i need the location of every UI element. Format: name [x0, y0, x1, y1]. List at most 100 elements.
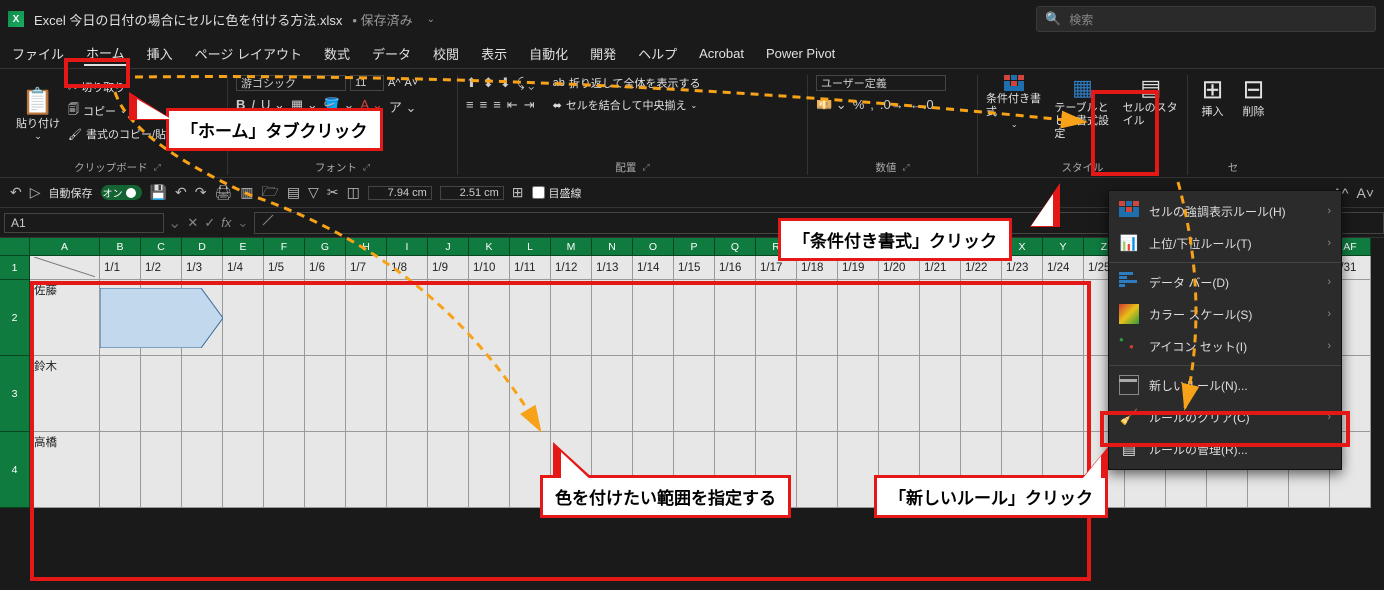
number-format-combo[interactable]	[816, 75, 946, 91]
cell[interactable]: 高橋	[30, 432, 100, 508]
tab-acrobat[interactable]: Acrobat	[697, 44, 746, 63]
cell[interactable]	[387, 432, 428, 508]
column-header[interactable]: M	[551, 238, 592, 256]
qat-icon[interactable]: ▥	[240, 184, 253, 201]
align-right-button[interactable]: ≡	[493, 97, 501, 113]
column-header[interactable]: Q	[715, 238, 756, 256]
tab-home[interactable]: ホーム	[84, 41, 127, 66]
cell[interactable]	[1002, 280, 1043, 356]
cell[interactable]: 1/11	[510, 256, 551, 280]
column-header[interactable]: C	[141, 238, 182, 256]
autosave-toggle[interactable]: オン	[101, 185, 142, 200]
shape-width-input[interactable]	[368, 186, 432, 200]
cell[interactable]: 1/10	[469, 256, 510, 280]
cell[interactable]	[182, 356, 223, 432]
search-box[interactable]: 🔍 検索	[1036, 6, 1376, 32]
cell[interactable]	[633, 280, 674, 356]
increase-indent-button[interactable]: ⇥	[524, 97, 535, 113]
cell[interactable]: 1/15	[674, 256, 715, 280]
column-header[interactable]: N	[592, 238, 633, 256]
tab-help[interactable]: ヘルプ	[636, 42, 679, 65]
cell[interactable]	[797, 356, 838, 432]
cell[interactable]: 1/1	[100, 256, 141, 280]
cell[interactable]	[264, 356, 305, 432]
qat-icon[interactable]: 🖨	[214, 184, 232, 201]
cell[interactable]	[100, 432, 141, 508]
cell[interactable]	[305, 432, 346, 508]
qat-icon[interactable]: A˅	[1356, 185, 1374, 201]
percent-button[interactable]: %	[853, 97, 865, 113]
column-header[interactable]: J	[428, 238, 469, 256]
cell[interactable]	[387, 356, 428, 432]
cell[interactable]	[469, 280, 510, 356]
row-header[interactable]: 1	[0, 256, 30, 280]
fx-button[interactable]: fx	[221, 215, 231, 231]
save-state-chevron-icon[interactable]: ⌄	[427, 14, 435, 25]
cell[interactable]	[223, 280, 264, 356]
qat-filter-button[interactable]: ▽	[308, 184, 319, 201]
align-center-button[interactable]: ≡	[480, 97, 488, 113]
cell[interactable]	[1043, 280, 1084, 356]
cell[interactable]: 鈴木	[30, 356, 100, 432]
save-button[interactable]: 💾	[150, 184, 167, 201]
tab-file[interactable]: ファイル	[10, 42, 66, 65]
comma-button[interactable]: ,	[870, 97, 874, 113]
dialog-launcher-icon[interactable]: ⤢	[154, 162, 161, 173]
cell[interactable]	[879, 280, 920, 356]
dialog-launcher-icon[interactable]: ⤢	[363, 162, 370, 173]
cell[interactable]	[100, 356, 141, 432]
row-header[interactable]: 3	[0, 356, 30, 432]
cell[interactable]	[838, 280, 879, 356]
cell[interactable]	[592, 356, 633, 432]
column-header[interactable]: Y	[1043, 238, 1084, 256]
shrink-font-button[interactable]: A˅	[405, 77, 419, 89]
cancel-formula-button[interactable]: ✕	[187, 215, 198, 231]
tab-developer[interactable]: 開発	[588, 42, 618, 65]
cell[interactable]	[305, 280, 346, 356]
cell[interactable]	[1043, 356, 1084, 432]
align-middle-button[interactable]: ⬍	[483, 75, 494, 91]
decrease-indent-button[interactable]: ⇤	[507, 97, 518, 113]
accounting-format-button[interactable]: 💴 ⌄	[816, 97, 847, 113]
qat-icon[interactable]: ⊞	[512, 184, 524, 201]
cell[interactable]	[674, 356, 715, 432]
cell[interactable]	[182, 432, 223, 508]
qat-undo-button[interactable]: ↶	[175, 184, 187, 201]
qat-icon[interactable]: ✂	[327, 184, 339, 201]
column-header[interactable]: I	[387, 238, 428, 256]
cell[interactable]: 1/12	[551, 256, 592, 280]
cell[interactable]	[756, 356, 797, 432]
cf-top-bottom-rules[interactable]: 📊上位/下位ルール(T)›	[1109, 227, 1341, 259]
cell[interactable]	[469, 432, 510, 508]
align-left-button[interactable]: ≡	[466, 97, 474, 113]
cell[interactable]: 1/6	[305, 256, 346, 280]
cf-new-rule[interactable]: 新しいルール(N)...	[1109, 369, 1341, 401]
shape-height-input[interactable]	[440, 186, 504, 200]
cell[interactable]	[510, 356, 551, 432]
cell[interactable]	[797, 280, 838, 356]
column-header[interactable]: A	[30, 238, 100, 256]
cell[interactable]: 1/24	[1043, 256, 1084, 280]
cell[interactable]	[264, 432, 305, 508]
decrease-decimal-button[interactable]: ←.0	[910, 97, 934, 113]
align-top-button[interactable]: ⬆	[466, 75, 477, 91]
grow-font-button[interactable]: A^	[388, 77, 401, 89]
cell[interactable]	[551, 280, 592, 356]
cell[interactable]	[797, 432, 838, 508]
cell[interactable]	[428, 280, 469, 356]
cell[interactable]	[715, 356, 756, 432]
qat-crop-button[interactable]: ◫	[347, 184, 360, 201]
qat-icon[interactable]: 🗁	[261, 181, 278, 205]
cell[interactable]	[961, 280, 1002, 356]
cell[interactable]: 1/4	[223, 256, 264, 280]
row-header[interactable]: 2	[0, 280, 30, 356]
cf-icon-sets[interactable]: アイコン セット(I)›	[1109, 330, 1341, 362]
cell[interactable]	[264, 280, 305, 356]
cursor-button[interactable]: ▷	[30, 184, 41, 201]
column-header[interactable]: B	[100, 238, 141, 256]
cell[interactable]: 1/14	[633, 256, 674, 280]
cell[interactable]	[223, 432, 264, 508]
format-as-table-button[interactable]: ▦ テーブルとして書式設定	[1054, 75, 1110, 140]
cell[interactable]: 1/9	[428, 256, 469, 280]
cf-highlight-rules[interactable]: セルの強調表示ルール(H)›	[1109, 195, 1341, 227]
